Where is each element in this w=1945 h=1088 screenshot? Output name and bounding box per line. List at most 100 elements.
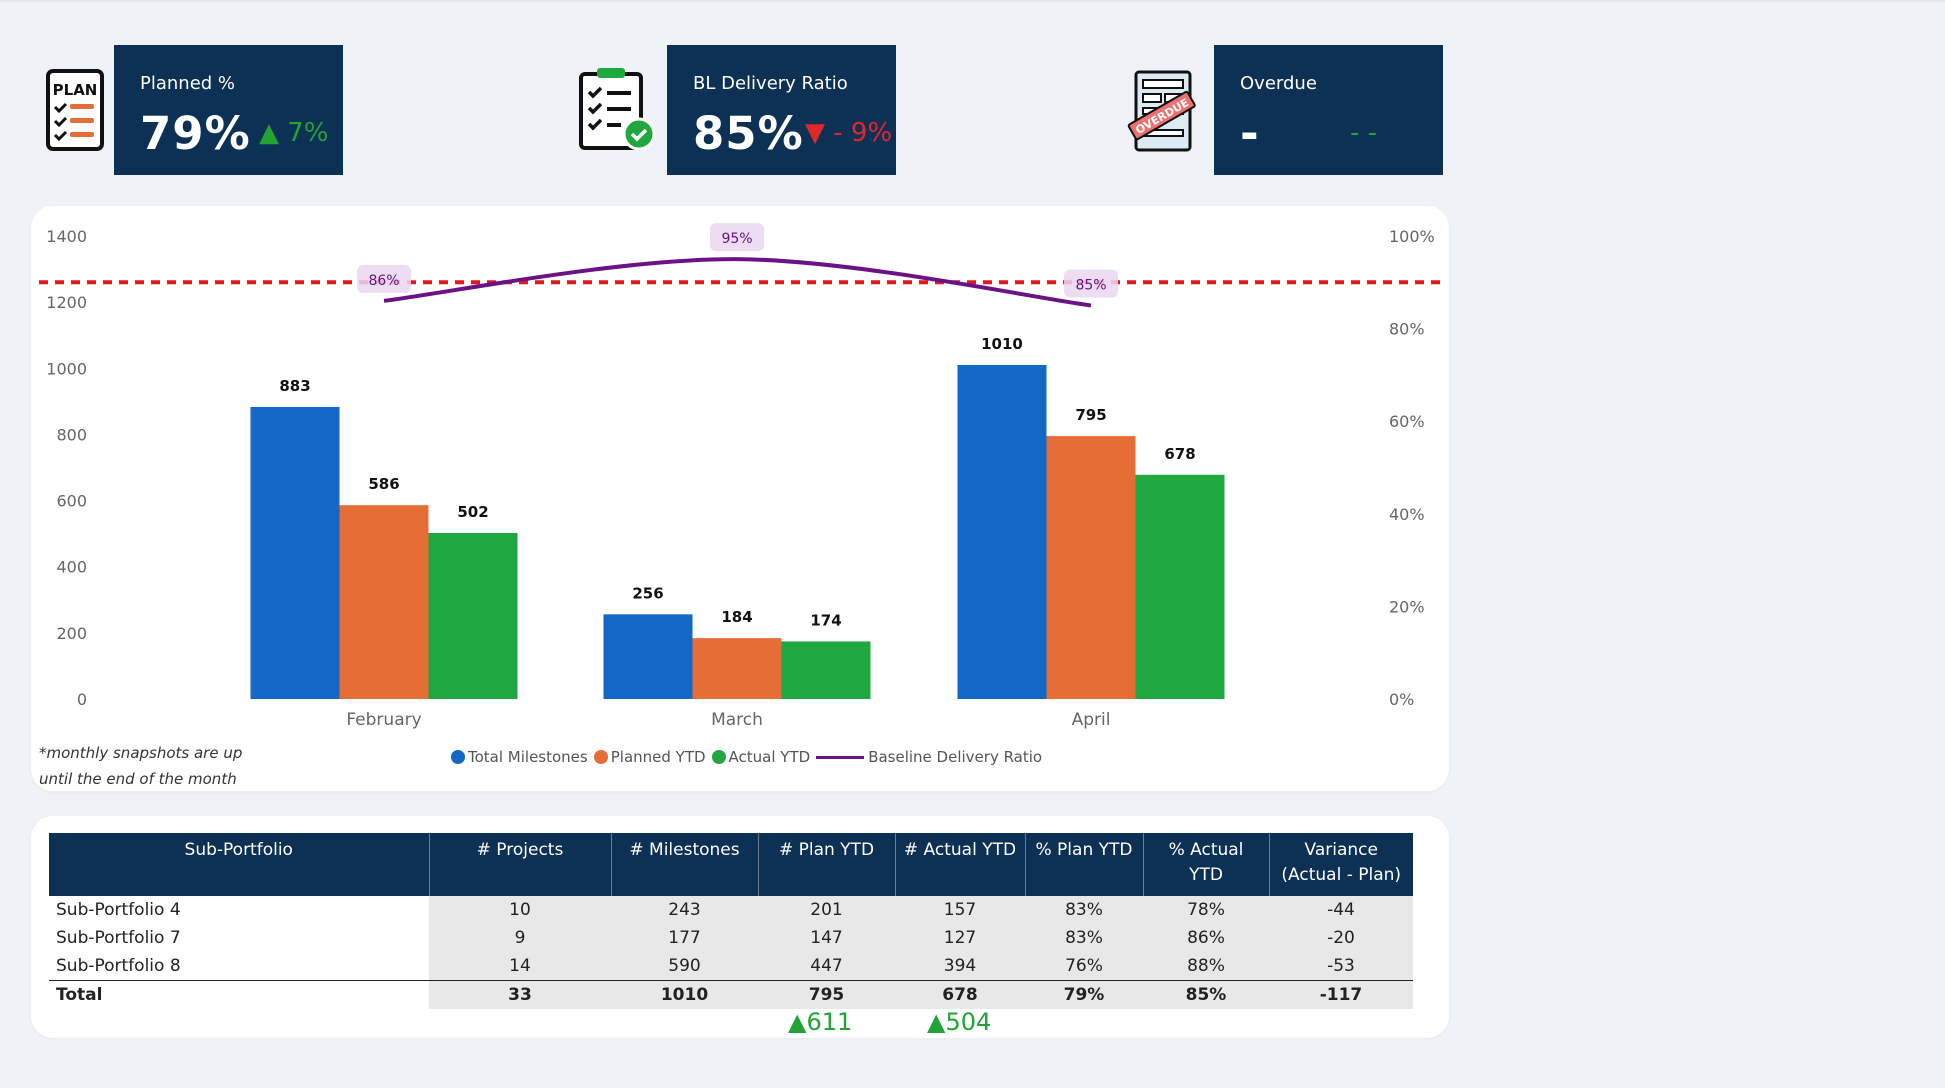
down-arrow-icon: ▼ xyxy=(805,118,825,148)
data-label: 883 xyxy=(279,377,310,395)
table-cell: 447 xyxy=(758,952,895,981)
table-row[interactable]: Sub-Portfolio 7 9 177 147 127 83% 86% -2… xyxy=(49,924,1413,952)
column-header[interactable]: Variance (Actual - Plan) xyxy=(1268,833,1413,896)
kpi-overdue-value: - xyxy=(1240,107,1260,160)
line-data-label: 95% xyxy=(721,231,752,247)
table-total-row[interactable]: Total 33 1010 795 678 79% 85% -117 xyxy=(49,980,1413,1009)
kpi-planned-card[interactable]: Planned % 79% ▲ 7% xyxy=(114,45,343,175)
column-header[interactable]: # Actual YTD xyxy=(894,833,1025,896)
table-cell: 83% xyxy=(1025,896,1143,924)
y2-axis-tick-label: 0% xyxy=(1389,690,1414,709)
legend-item-actual-ytd[interactable]: Actual YTD xyxy=(711,748,811,766)
line-data-label: 85% xyxy=(1075,277,1106,293)
milestones-combo-chart[interactable]: 0 200 400 600 800 1000 1200 1400 0% 20% 40% 60% 80% 1… xyxy=(31,206,1449,791)
kpi-overdue-title: Overdue xyxy=(1240,73,1317,94)
kpi-planned-change-value: 7% xyxy=(287,118,329,148)
bar[interactable] xyxy=(781,641,871,699)
legend-item-baseline-ratio[interactable]: Baseline Delivery Ratio xyxy=(816,748,1042,766)
table-panel: Sub-Portfolio # Projects # Milestones # … xyxy=(31,816,1449,1038)
column-header[interactable]: Sub-Portfolio xyxy=(49,833,429,896)
column-header[interactable]: # Projects xyxy=(428,833,611,896)
kpi-planned-change: ▲ 7% xyxy=(259,118,329,148)
kpi-overdue-card[interactable]: Overdue - - - xyxy=(1214,45,1443,175)
bar[interactable] xyxy=(250,406,340,699)
table-cell: 79% xyxy=(1025,980,1143,1009)
table-cell: 78% xyxy=(1143,896,1269,924)
data-label: 586 xyxy=(368,475,399,493)
legend-label-baseline: Baseline Delivery Ratio xyxy=(868,748,1043,766)
table-cell: 76% xyxy=(1025,952,1143,981)
chart-note: *monthly snapshots are up until the end … xyxy=(39,744,243,788)
table-cell: 127 xyxy=(895,924,1025,952)
y2-axis-tick-label: 80% xyxy=(1389,320,1425,339)
y-axis-tick-label: 1000 xyxy=(46,359,87,378)
table-cell: -117 xyxy=(1269,980,1413,1009)
table-cell: 157 xyxy=(895,896,1025,924)
actual-ytd-delta: ▲504 xyxy=(927,1008,991,1036)
x-axis-tick-label: April xyxy=(1072,710,1111,730)
top-border xyxy=(0,0,1945,2)
table-cell: -20 xyxy=(1269,924,1413,952)
chart-legend: Total Milestones Planned YTD Actual YTD … xyxy=(451,748,1048,766)
y-axis-tick-label: 0 xyxy=(77,690,87,709)
table-cell: 678 xyxy=(895,980,1025,1009)
kpi-bl-delivery-change: ▼ - 9% xyxy=(805,118,892,148)
up-arrow-icon: ▲ xyxy=(788,1008,807,1036)
table-cell: Sub-Portfolio 4 xyxy=(49,896,429,924)
table-row[interactable]: Sub-Portfolio 4 10 243 201 157 83% 78% -… xyxy=(49,896,1413,924)
table-row[interactable]: Sub-Portfolio 8 14 590 447 394 76% 88% -… xyxy=(49,952,1413,981)
bar[interactable] xyxy=(957,364,1047,699)
legend-dot-actual xyxy=(711,750,726,764)
y-axis-tick-label: 800 xyxy=(56,425,87,444)
legend-dot-total xyxy=(451,750,465,764)
sub-portfolio-table: Sub-Portfolio # Projects # Milestones # … xyxy=(49,833,1413,1009)
column-header[interactable]: # Plan YTD xyxy=(757,833,895,896)
kpi-bl-delivery-title: BL Delivery Ratio xyxy=(693,73,848,94)
y2-axis-tick-label: 40% xyxy=(1389,505,1425,524)
data-label: 502 xyxy=(457,503,488,521)
data-label: 174 xyxy=(810,611,841,629)
bar[interactable] xyxy=(1135,474,1225,699)
chart-panel: 0 200 400 600 800 1000 1200 1400 0% 20% 40% 60% 80% 1… xyxy=(31,206,1449,791)
table-cell: 83% xyxy=(1025,924,1143,952)
legend-label-planned: Planned YTD xyxy=(610,748,706,766)
table-cell: Sub-Portfolio 7 xyxy=(49,924,429,952)
bar[interactable] xyxy=(428,532,518,699)
y-axis-tick-label: 1400 xyxy=(46,227,87,246)
line-data-label: 86% xyxy=(368,273,399,289)
table-cell: 1010 xyxy=(611,980,758,1009)
y-axis-tick-label: 400 xyxy=(56,558,87,577)
bar[interactable] xyxy=(339,505,429,699)
legend-item-planned-ytd[interactable]: Planned YTD xyxy=(593,748,706,766)
table-cell: -53 xyxy=(1269,952,1413,981)
legend-item-total-milestones[interactable]: Total Milestones xyxy=(451,748,588,766)
table-header-row: Sub-Portfolio # Projects # Milestones # … xyxy=(49,833,1413,896)
table-cell: 86% xyxy=(1143,924,1269,952)
kpi-bl-delivery-card[interactable]: BL Delivery Ratio 85% ▼ - 9% xyxy=(667,45,896,175)
table-cell: 14 xyxy=(429,952,611,981)
table-cell: 177 xyxy=(611,924,758,952)
y2-axis-tick-label: 60% xyxy=(1389,412,1425,431)
y-axis-tick-label: 600 xyxy=(56,492,87,511)
clipboard-check-icon xyxy=(575,66,657,159)
legend-label-actual: Actual YTD xyxy=(728,748,811,766)
column-header[interactable]: % Plan YTD xyxy=(1024,833,1143,896)
actual-ytd-delta-value: 504 xyxy=(945,1008,992,1036)
legend-label-total: Total Milestones xyxy=(468,748,588,766)
plan-icon-label: PLAN xyxy=(53,81,98,99)
kpi-planned-value: 79% xyxy=(140,107,251,160)
overdue-document-icon: OVERDUE xyxy=(1126,68,1198,159)
up-arrow-icon: ▲ xyxy=(259,118,279,148)
table-cell: 590 xyxy=(611,952,758,981)
x-axis-tick-label: February xyxy=(346,710,421,730)
table-cell: 201 xyxy=(758,896,895,924)
column-header[interactable]: # Milestones xyxy=(610,833,758,896)
legend-line-baseline xyxy=(816,755,865,759)
table-cell: Total xyxy=(49,980,429,1009)
bar[interactable] xyxy=(692,638,782,699)
bar[interactable] xyxy=(1046,436,1136,699)
bar[interactable] xyxy=(603,614,693,699)
data-label: 678 xyxy=(1164,445,1195,463)
table-cell: 394 xyxy=(895,952,1025,981)
column-header[interactable]: % Actual YTD xyxy=(1142,833,1269,896)
